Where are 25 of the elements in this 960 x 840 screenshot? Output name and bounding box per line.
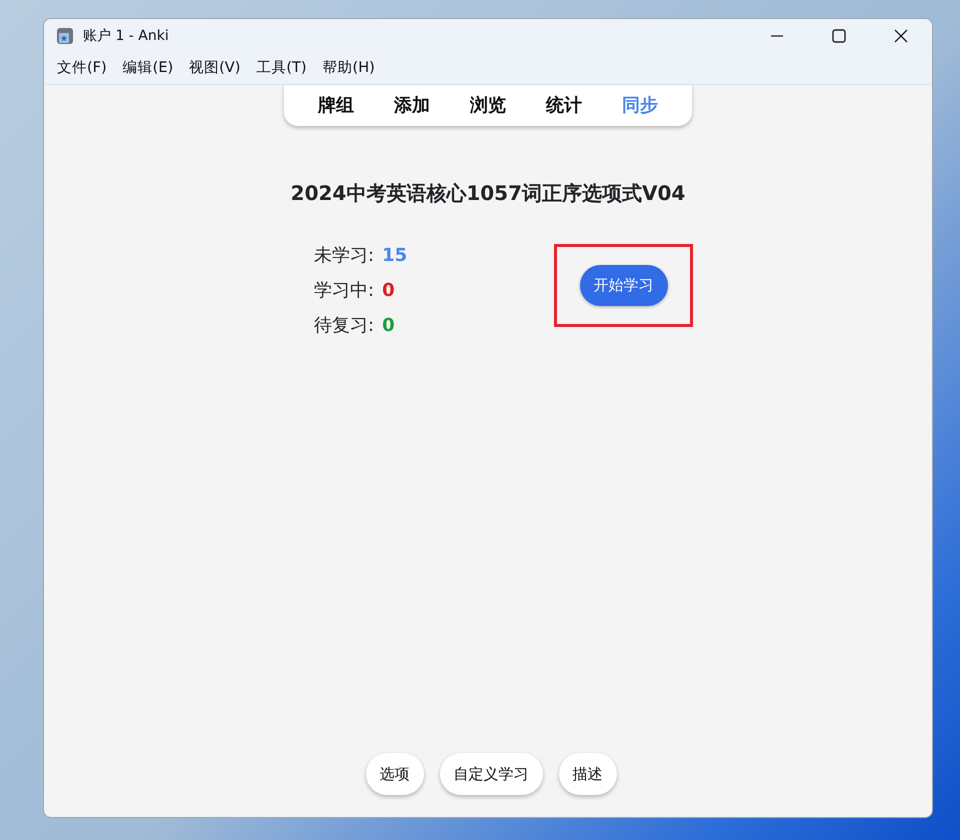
toolbar-button[interactable]: 统计: [535, 88, 593, 123]
footer-button[interactable]: 自定义学习: [440, 752, 542, 795]
toolbar-button[interactable]: 添加: [383, 88, 441, 123]
toolbar-button[interactable]: 牌组: [307, 88, 365, 123]
maximize-icon: [832, 29, 846, 43]
deck-title: 2024中考英语核心1057词正序选项式V04: [290, 180, 686, 207]
menu-item[interactable]: 工具(T): [249, 56, 314, 82]
toolbar-button[interactable]: 浏览: [459, 88, 517, 123]
menu-item[interactable]: 视图(V): [182, 56, 248, 82]
count-value: 0: [382, 279, 395, 303]
count-label: 未学习:: [314, 244, 374, 268]
count-label: 学习中:: [314, 279, 374, 303]
menu-item[interactable]: 帮助(H): [316, 56, 382, 82]
toolbar-button[interactable]: 同步: [611, 88, 669, 123]
footer-button[interactable]: 选项: [366, 752, 424, 795]
footer-button[interactable]: 描述: [558, 752, 616, 795]
start-study-button[interactable]: 开始学习: [580, 265, 668, 306]
menu-item[interactable]: 文件(F): [50, 56, 114, 82]
window-title: 账户 1 - Anki: [83, 26, 169, 46]
close-icon: [894, 29, 908, 43]
count-label: 待复习:: [314, 314, 374, 338]
count-value: 0: [382, 314, 395, 338]
count-value: 15: [382, 244, 408, 268]
app-icon: [56, 27, 74, 45]
menu-item[interactable]: 编辑(E): [116, 56, 180, 82]
